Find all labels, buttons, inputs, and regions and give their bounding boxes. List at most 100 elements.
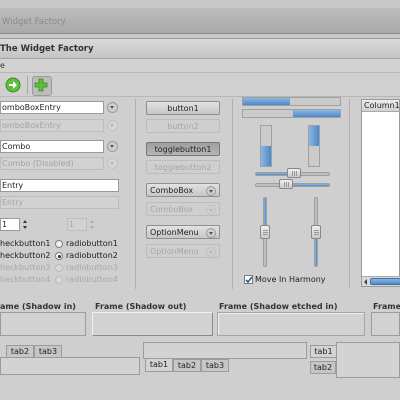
chevron-down-icon — [107, 158, 118, 169]
combo-field[interactable]: Combo — [0, 140, 104, 153]
radio-label-2: radiobutton2 — [66, 251, 118, 260]
background-window-title: Widget Factory — [2, 17, 66, 27]
hscale-1-fill — [256, 173, 289, 175]
chevron-down-icon — [206, 186, 216, 196]
tree-view[interactable]: Column1 — [361, 99, 400, 287]
tab-right-1[interactable]: tab1 — [310, 345, 336, 358]
optionmenu-button[interactable]: OptionMenu — [146, 225, 220, 239]
column-separator-2 — [232, 99, 233, 289]
hscale-1-slider[interactable] — [287, 168, 301, 178]
move-in-harmony-label: Move In Harmony — [255, 275, 326, 284]
spin-button-field[interactable]: 1 — [0, 218, 20, 231]
menubar: e — [0, 59, 400, 73]
forward-button[interactable] — [4, 76, 22, 94]
radio-button-4 — [55, 276, 63, 284]
vscale-1-slider[interactable] — [260, 225, 270, 239]
radio-label-1: radiobutton1 — [66, 239, 118, 248]
progress-bar-vertical-1 — [260, 125, 272, 167]
radio-button-2[interactable] — [55, 252, 63, 260]
button2-disabled: button2 — [146, 119, 220, 133]
go-forward-icon — [5, 77, 21, 93]
frame-shadow-in — [0, 312, 86, 336]
chevron-down-icon — [107, 141, 118, 152]
notebook-middle-pane — [143, 342, 307, 359]
chevron-down-icon — [107, 102, 118, 113]
combo-dropdown[interactable] — [105, 140, 119, 153]
checkbutton1[interactable]: heckbutton1 — [0, 239, 51, 248]
combo-field-disabled: Combo (Disabled) — [0, 157, 104, 170]
frame-shadow-out-label: Frame (Shadow out) — [95, 302, 187, 311]
combo-box-entry-dropdown[interactable] — [105, 101, 119, 114]
radio-button-3 — [55, 264, 63, 272]
progress-bar-vfill-2 — [309, 126, 319, 146]
progress-bar-horizontal-1 — [242, 97, 341, 106]
hscale-2-slider[interactable] — [279, 179, 293, 189]
vscale-1-fill — [264, 198, 266, 226]
progress-bar-fill-1 — [243, 98, 290, 105]
optionmenu-label: OptionMenu — [150, 228, 199, 237]
window-titlebar[interactable]: The Widget Factory — [0, 39, 400, 59]
move-in-harmony-checkbox[interactable] — [244, 275, 253, 284]
add-button[interactable] — [32, 76, 52, 96]
progress-bar-vfill-1 — [261, 146, 271, 166]
radio-button-1[interactable] — [55, 240, 63, 248]
progress-bar-vertical-2 — [308, 125, 320, 167]
entry-field-disabled: Entry — [0, 196, 119, 209]
tab-middle-2[interactable]: tab2 — [173, 359, 201, 372]
combo-dropdown-disabled — [105, 157, 119, 170]
tree-scroll-thumb[interactable] — [370, 278, 400, 285]
combobox-label-disabled: ComboBox — [150, 205, 194, 214]
checkbutton4: heckbutton4 — [0, 275, 51, 284]
checkmark-icon — [245, 276, 253, 284]
spin-button-arrows-disabled — [89, 218, 96, 231]
widget-factory-window: The Widget Factory e omboBoxEntry omboBo… — [0, 38, 400, 400]
radio-label-4: radiobutton4 — [66, 275, 118, 284]
chevron-down-icon — [206, 247, 216, 257]
button1[interactable]: button1 — [146, 101, 220, 115]
progress-bar-horizontal-2 — [242, 109, 341, 118]
spin-button-arrows[interactable] — [22, 218, 29, 231]
hscale-2-fill — [288, 184, 329, 186]
combobox-label: ComboBox — [150, 186, 194, 195]
entry-field[interactable]: Entry — [0, 179, 119, 192]
checkbutton2[interactable]: heckbutton2 — [0, 251, 51, 260]
notebook-left-pane — [0, 357, 140, 375]
togglebutton2-disabled: togglebutton2 — [146, 160, 220, 174]
optionmenu-label-disabled: OptionMenu — [150, 247, 199, 256]
scroll-left-icon[interactable] — [364, 279, 367, 285]
toolbar-separator — [27, 76, 28, 94]
combobox-button-disabled: ComboBox — [146, 202, 220, 216]
tab-middle-3[interactable]: tab3 — [201, 359, 229, 372]
frame-shadow-in-label: ame (Shadow in) — [0, 302, 76, 311]
frame-fourth — [371, 312, 400, 336]
frame-shadow-etched-in-label: Frame (Shadow etched in) — [219, 302, 338, 311]
column-separator-1 — [135, 99, 136, 289]
chevron-down-icon — [107, 120, 118, 131]
togglebutton1[interactable]: togglebutton1 — [146, 142, 220, 156]
vscale-2-slider[interactable] — [311, 225, 321, 239]
tab-middle-1[interactable]: tab1 — [145, 359, 173, 372]
combobox-button[interactable]: ComboBox — [146, 183, 220, 197]
chevron-down-icon — [206, 205, 216, 215]
combo-box-entry-field[interactable]: omboBoxEntry — [0, 101, 104, 114]
menu-item-file[interactable]: e — [0, 61, 5, 70]
add-icon — [34, 78, 48, 92]
tree-column-header[interactable]: Column1 — [362, 100, 400, 112]
toolbar — [0, 73, 400, 97]
background-window-titlebar[interactable]: Widget Factory — [0, 8, 400, 34]
spin-button-field-disabled: 1 — [67, 218, 87, 231]
checkbutton3: heckbutton3 — [0, 263, 51, 272]
radio-label-3: radiobutton3 — [66, 263, 118, 272]
window-title: The Widget Factory — [0, 44, 94, 54]
frame-shadow-out — [92, 312, 213, 336]
combo-box-entry-dropdown-disabled — [105, 119, 119, 132]
frame-fourth-label: Frame — [373, 302, 400, 311]
tree-horizontal-scrollbar[interactable] — [362, 276, 400, 286]
chevron-down-icon — [206, 228, 216, 238]
notebook-right-pane — [336, 342, 400, 378]
column-separator-3 — [349, 99, 350, 289]
tab-right-2[interactable]: tab2 — [310, 361, 336, 374]
combo-box-entry-field-disabled: omboBoxEntry — [0, 119, 104, 132]
optionmenu-button-disabled: OptionMenu — [146, 244, 220, 258]
progress-bar-fill-2 — [293, 110, 340, 117]
